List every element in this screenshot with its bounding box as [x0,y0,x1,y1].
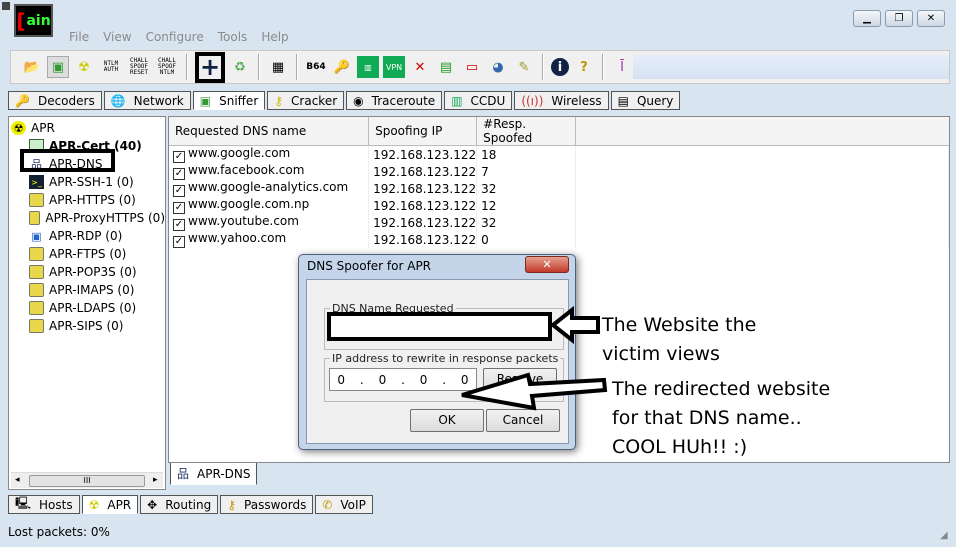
annotation-arrows [461,305,608,411]
annotation-redirected-website: The redirected website for that DNS name.… [612,378,831,458]
arrow-to-dns-field [549,305,600,345]
annotation-website-victim: The Website the victim views [602,314,757,365]
arrow-to-ip-field [461,372,608,411]
